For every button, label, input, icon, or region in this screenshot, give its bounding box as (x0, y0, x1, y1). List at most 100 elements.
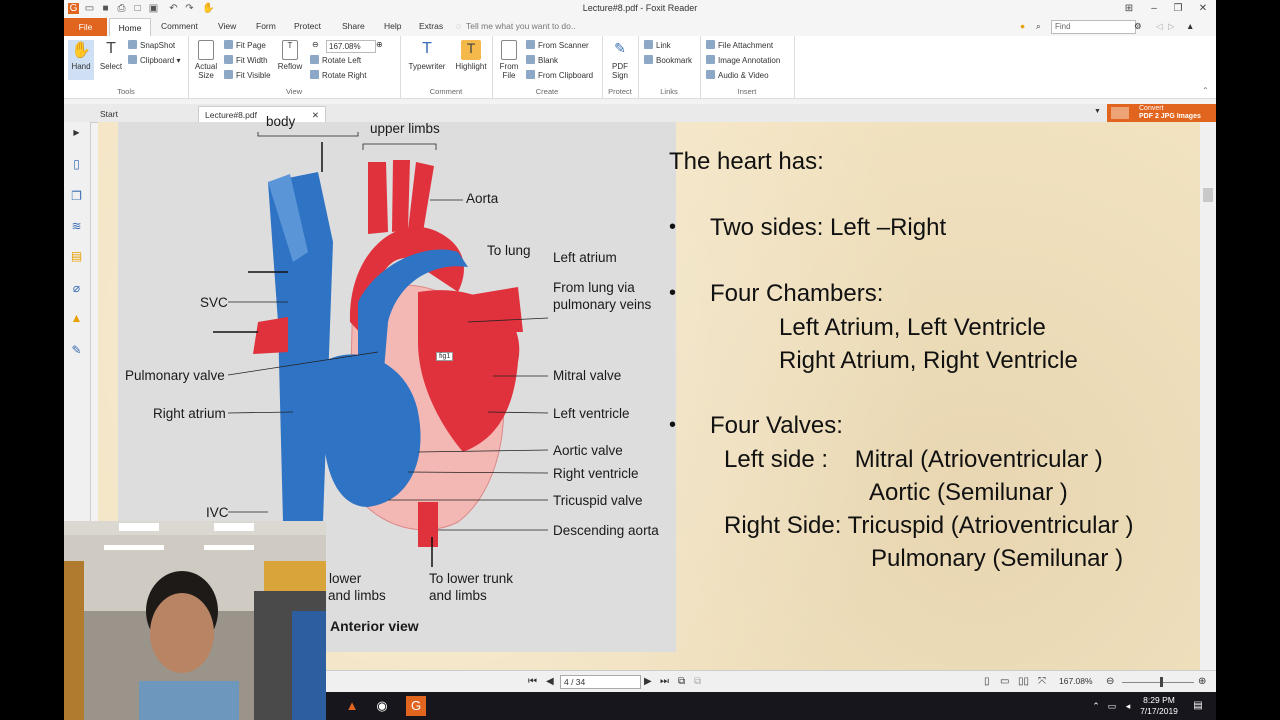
next-page-icon[interactable]: ▶ (644, 676, 652, 687)
zoom-slider[interactable] (1122, 682, 1194, 683)
slide-line-left-side: Left side : Mitral (Atrioventricular ) (724, 446, 1103, 473)
action-center-icon[interactable]: ▤ (1188, 696, 1208, 716)
fit-page-button[interactable]: Fit Page (224, 40, 266, 50)
security-icon[interactable]: ▲ (70, 312, 83, 325)
tab-home[interactable]: Home (109, 18, 151, 37)
link-button[interactable]: Link (644, 40, 671, 50)
bookmarks-icon[interactable]: ▯ (70, 158, 83, 171)
page-number-field[interactable]: 4 / 34 (560, 675, 641, 689)
file-attachment-button[interactable]: File Attachment (706, 40, 773, 50)
close-button[interactable]: ✕ (1196, 2, 1210, 15)
tab-extras[interactable]: Extras (419, 21, 443, 31)
fig-tooltip: fig1 (436, 352, 454, 361)
next-find-icon[interactable]: ▷ (1168, 21, 1175, 32)
attachments-icon[interactable]: ⌀ (70, 282, 83, 295)
view-toggle-icon[interactable]: ⧉ (678, 676, 685, 687)
rotate-left-button[interactable]: Rotate Left (310, 55, 361, 65)
snapshot-button[interactable]: SnapShot (128, 40, 175, 50)
rotate-right-button[interactable]: Rotate Right (310, 70, 366, 80)
select-button[interactable]: T Select (98, 40, 124, 71)
view-toggle-alt-icon[interactable]: ⧉ (694, 676, 701, 687)
from-scanner-button[interactable]: From Scanner (526, 40, 589, 50)
tab-list-icon[interactable]: ▼ (1094, 108, 1101, 115)
find-settings-icon[interactable]: ⚙ (1134, 21, 1142, 32)
obs-icon[interactable]: ◉ (372, 696, 392, 716)
actual-size-button[interactable]: Actual Size (192, 40, 220, 80)
tab-view[interactable]: View (218, 21, 236, 31)
right-pulmonary-artery (253, 317, 288, 354)
taskbar-clock[interactable]: 8:29 PM 7/17/2019 (1134, 695, 1184, 717)
bookmark-button[interactable]: Bookmark (644, 55, 692, 65)
last-page-icon[interactable]: ⏭ (660, 676, 669, 687)
tell-me-search[interactable]: Tell me what you want to do.. (466, 21, 576, 31)
zoom-out-status-icon[interactable]: ⊖ (1106, 676, 1114, 687)
group-create: From File From Scanner Blank From Clipbo… (492, 36, 603, 98)
artery-branch-1 (368, 162, 388, 234)
fit-width-button[interactable]: Fit Width (224, 55, 268, 65)
fit-icon[interactable]: ⤧ (1038, 676, 1046, 687)
tab-comment[interactable]: Comment (161, 21, 198, 31)
tab-share[interactable]: Share (342, 21, 365, 31)
fit-page-label: Fit Page (236, 41, 266, 50)
fit-visible-button[interactable]: Fit Visible (224, 70, 271, 80)
reflow-label: Reflow (277, 62, 303, 71)
clipboard-button[interactable]: Clipboard ▾ (128, 55, 181, 65)
label-svc: SVC (200, 295, 228, 310)
typewriter-button[interactable]: T Typewriter (404, 40, 450, 71)
zoom-out-icon[interactable]: ⊖ (312, 40, 319, 49)
layers-icon[interactable]: ≋ (70, 220, 83, 233)
from-file-button[interactable]: From File (496, 40, 522, 80)
reflow-button[interactable]: T Reflow (276, 40, 304, 71)
prev-find-icon[interactable]: ◁ (1156, 21, 1163, 32)
comments-icon[interactable]: ▤ (70, 250, 83, 263)
zoom-field[interactable]: 167.08% (326, 40, 376, 53)
blank-button[interactable]: Blank (526, 55, 558, 65)
expand-panel-icon[interactable]: ▶ (70, 126, 83, 139)
close-tab-icon[interactable]: ✕ (312, 107, 319, 123)
minimize-button[interactable]: – (1147, 2, 1161, 15)
first-page-icon[interactable]: ⏮ (528, 676, 537, 687)
zoom-in-status-icon[interactable]: ⊕ (1198, 676, 1206, 687)
zoom-status[interactable]: 167.08% (1059, 676, 1093, 686)
zoom-in-icon[interactable]: ⊕ (376, 40, 383, 49)
tab-file[interactable]: File (64, 18, 107, 36)
vertical-scrollbar[interactable] (1200, 122, 1216, 670)
foxit-taskbar-icon[interactable]: G (406, 696, 426, 716)
audio-video-button[interactable]: Audio & Video (706, 70, 769, 80)
find-input[interactable]: Find (1051, 20, 1136, 34)
pages-icon[interactable]: ❐ (70, 190, 83, 203)
signature-icon[interactable]: ✎ (70, 344, 83, 357)
tab-form[interactable]: Form (256, 21, 276, 31)
tab-lecture[interactable]: Lecture#8.pdf ✕ (198, 106, 326, 123)
image-annotation-button[interactable]: Image Annotation (706, 55, 780, 65)
slide-line-four-chambers: Four Chambers: (710, 280, 884, 307)
notification-icon[interactable]: ● (1020, 21, 1025, 31)
matlab-icon[interactable]: ▲ (342, 696, 362, 716)
grid-icon[interactable]: ⊞ (1122, 2, 1136, 15)
slide-line-right-chambers: Right Atrium, Right Ventricle (779, 347, 1078, 374)
convert-line2: PDF 2 JPG Images (1139, 113, 1201, 120)
prev-page-icon[interactable]: ◀ (546, 676, 554, 687)
typewriter-label: Typewriter (408, 62, 446, 71)
scroll-thumb[interactable] (1203, 188, 1213, 202)
tab-protect[interactable]: Protect (294, 21, 321, 31)
hand-button[interactable]: ✋ Hand (68, 40, 94, 80)
ribbon: ✋ Hand T Select SnapShot Clipboard ▾ Too… (64, 36, 1216, 99)
restore-button[interactable]: ❐ (1171, 2, 1185, 15)
door (64, 561, 84, 720)
single-page-icon[interactable]: ▯ (984, 676, 990, 687)
facing-icon[interactable]: ▯▯ (1018, 676, 1029, 687)
file-attachment-label: File Attachment (718, 41, 774, 50)
highlight-button[interactable]: T Highlight (452, 40, 490, 71)
pdf-sign-button[interactable]: ✎ PDF Sign (606, 40, 634, 80)
collapse-ribbon-icon[interactable]: ⌃ (1202, 86, 1209, 95)
convert-pdf-banner[interactable]: Convert PDF 2 JPG Images (1107, 104, 1216, 122)
search-doc-icon[interactable]: ⌕ (1036, 21, 1041, 32)
continuous-icon[interactable]: ▭ (1000, 676, 1009, 687)
from-file-label: From File (499, 62, 519, 80)
from-clipboard-button[interactable]: From Clipboard (526, 70, 593, 80)
tab-start[interactable]: Start (94, 106, 194, 122)
user-icon[interactable]: ▲ (1186, 21, 1194, 31)
zoom-slider-handle[interactable] (1160, 677, 1163, 687)
tab-help[interactable]: Help (384, 21, 401, 31)
